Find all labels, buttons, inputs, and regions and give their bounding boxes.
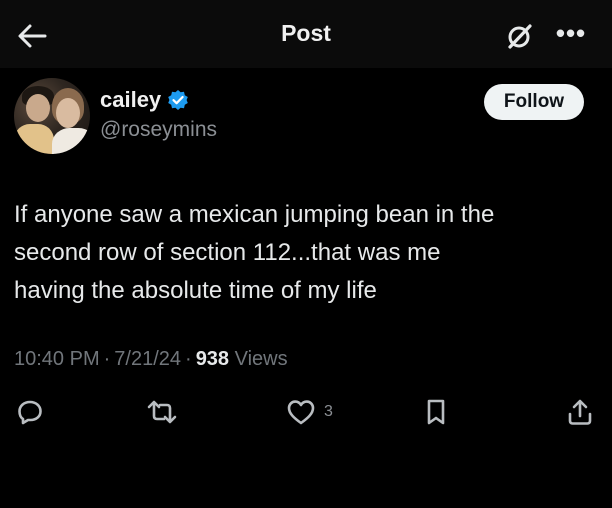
follow-button[interactable]: Follow: [484, 84, 584, 120]
top-bar: Post •••: [0, 0, 612, 68]
avatar[interactable]: [14, 78, 90, 154]
reply-button[interactable]: [16, 392, 44, 432]
repost-button[interactable]: [146, 392, 178, 432]
like-count: 3: [324, 403, 333, 420]
more-options-button[interactable]: •••: [548, 18, 594, 52]
tweet-line: having the absolute time of my life: [14, 277, 377, 304]
tweet-line: second row of section 112...that was me: [14, 239, 441, 266]
tweet-line: If anyone saw a mexican jumping bean in …: [14, 201, 495, 228]
author-name[interactable]: cailey: [100, 87, 161, 113]
views-label: Views: [234, 348, 288, 370]
like-button[interactable]: 3: [286, 392, 333, 432]
tweet-meta: 10:40 PM · 7/21/24 · 938 Views: [14, 348, 288, 371]
heart-icon: [287, 400, 315, 425]
author-handle[interactable]: @roseymins: [100, 118, 217, 142]
verified-badge-icon: [167, 89, 189, 111]
meta-separator: ·: [185, 348, 192, 370]
tweet-text: If anyone saw a mexican jumping bean in …: [14, 196, 594, 310]
author-name-row: cailey: [100, 87, 189, 113]
meta-separator: ·: [103, 348, 111, 370]
repost-icon: [147, 400, 177, 424]
bookmark-icon: [427, 399, 445, 425]
views-count: 938: [195, 348, 230, 370]
grok-button[interactable]: [502, 20, 536, 54]
action-bar: 3: [0, 392, 612, 432]
share-button[interactable]: [566, 392, 594, 432]
reply-icon: [18, 400, 42, 425]
share-icon: [568, 399, 592, 425]
bookmark-button[interactable]: [424, 392, 448, 432]
post-time[interactable]: 10:40 PM: [14, 348, 100, 370]
post-date[interactable]: 7/21/24: [114, 348, 181, 370]
grok-icon: [508, 24, 532, 49]
